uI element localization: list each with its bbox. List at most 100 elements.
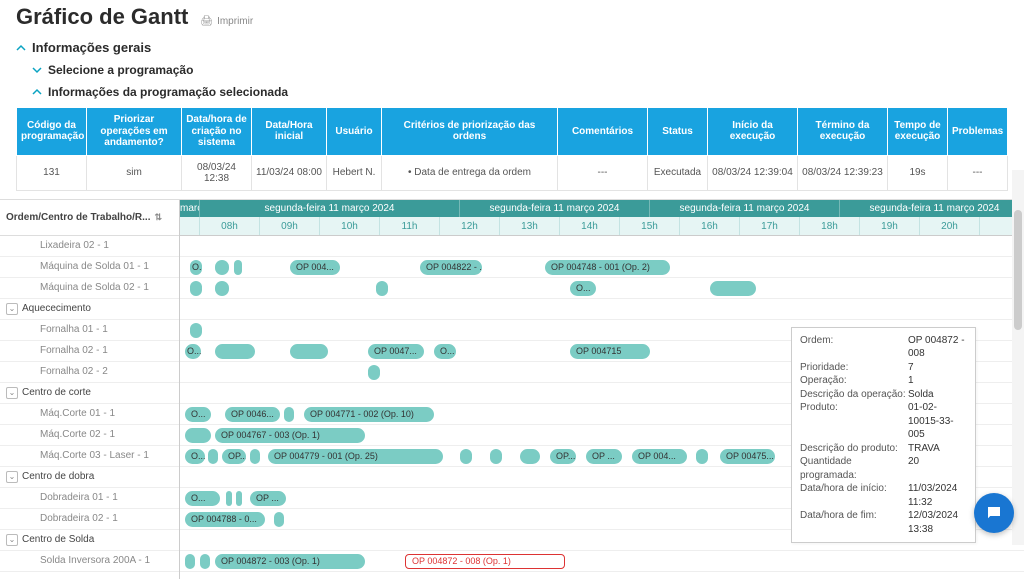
tooltip-value: 1 (908, 374, 967, 388)
gantt-resource-row[interactable]: Máquina de Solda 01 - 1 (0, 257, 179, 278)
gantt-resource-row[interactable]: Fornalha 02 - 1 (0, 341, 179, 362)
gantt-resource-row[interactable]: Fornalha 02 - 2 (0, 362, 179, 383)
gantt-bar[interactable] (200, 554, 210, 569)
row-label: Centro de corte (22, 387, 91, 398)
gantt-resource-row[interactable]: Lixadeira 02 - 1 (0, 236, 179, 257)
gantt-bar[interactable] (284, 407, 294, 422)
gantt-resource-row[interactable]: Máq.Corte 01 - 1 (0, 404, 179, 425)
gantt-bar[interactable]: O... (434, 344, 456, 359)
gantt-bar[interactable] (376, 281, 388, 296)
row-label: Máq.Corte 02 - 1 (40, 429, 115, 440)
tooltip-value: Solda (908, 388, 967, 402)
gantt-bar[interactable]: O... (190, 260, 202, 275)
gantt-group-row[interactable]: ⌄Centro de Solda (0, 530, 179, 551)
chat-button[interactable] (974, 493, 1014, 533)
row-label: Aquececimento (22, 303, 91, 314)
gantt-bar[interactable]: OP 004... (632, 449, 687, 464)
gantt-bar[interactable]: OP 0047... (368, 344, 424, 359)
gantt-bar[interactable] (215, 281, 229, 296)
print-icon: 🖨 (200, 16, 213, 27)
gantt-resource-row[interactable]: Máq.Corte 03 - Laser - 1 (0, 446, 179, 467)
hour-header: 12h (440, 217, 500, 235)
gantt-bar[interactable]: OP ... (586, 449, 622, 464)
gantt-bar[interactable]: OP... (550, 449, 576, 464)
gantt-bar[interactable]: OP 004788 - 0... (185, 512, 265, 527)
gantt-bar[interactable]: OP 004779 - 001 (Op. 25) (268, 449, 443, 464)
hour-header: 08h (200, 217, 260, 235)
info-th: Data/Hora inicial (252, 108, 327, 156)
gantt-resource-row[interactable]: Máq.Corte 02 - 1 (0, 425, 179, 446)
section-select[interactable]: Selecione a programação (0, 59, 1024, 81)
gantt-bar[interactable] (710, 281, 756, 296)
gantt-resource-row[interactable]: Fornalha 01 - 1 (0, 320, 179, 341)
gantt-bar[interactable] (226, 491, 232, 506)
date-header: segunda-feira 11 março 2024 (650, 200, 840, 217)
gantt-bar[interactable] (190, 281, 202, 296)
gantt-bar[interactable]: OP 0046... (225, 407, 280, 422)
gantt-bar[interactable]: OP 004872 - 008 (Op. 1) (405, 554, 565, 569)
row-label: Dobradeira 01 - 1 (40, 492, 118, 503)
gantt-bar[interactable]: O... (185, 407, 211, 422)
vertical-scrollbar[interactable] (1012, 170, 1024, 545)
info-th: Término da execução (798, 108, 888, 156)
collapse-toggle[interactable]: ⌄ (6, 303, 18, 315)
gantt-bar[interactable] (215, 344, 255, 359)
collapse-toggle[interactable]: ⌄ (6, 471, 18, 483)
collapse-toggle[interactable]: ⌄ (6, 387, 18, 399)
section-selected-info-label: Informações da programação selecionada (48, 85, 288, 99)
page-title: Gráfico de Gantt (16, 4, 188, 30)
gantt-bar[interactable] (368, 365, 380, 380)
gantt-resource-row[interactable]: Solda Inversora 200A - 1 (0, 551, 179, 572)
gantt-bar[interactable]: OP... (222, 449, 246, 464)
gantt-bar[interactable]: OP 004... (290, 260, 340, 275)
gantt-bar[interactable]: OP 00475... (720, 449, 775, 464)
gantt-bar[interactable] (274, 512, 284, 527)
gantt-bar[interactable] (234, 260, 242, 275)
bar-tooltip: Ordem:OP 004872 - 008Prioridade:7Operaçã… (791, 327, 976, 544)
gantt-bar[interactable]: OP 004748 - 001 (Op. 2) (545, 260, 670, 275)
gantt-bar[interactable]: OP 004771 - 002 (Op. 10) (304, 407, 434, 422)
print-button[interactable]: 🖨 Imprimir (200, 16, 253, 27)
collapse-toggle[interactable]: ⌄ (6, 534, 18, 546)
section-select-label: Selecione a programação (48, 63, 193, 77)
info-td: 19s (888, 155, 948, 190)
gantt-bar[interactable]: O... (185, 344, 201, 359)
section-general[interactable]: Informações gerais (0, 36, 1024, 59)
gantt-bar[interactable] (208, 449, 218, 464)
gantt-bar[interactable] (490, 449, 502, 464)
gantt-bar[interactable] (236, 491, 242, 506)
gantt-bar[interactable] (185, 428, 211, 443)
gantt-bar[interactable] (215, 260, 229, 275)
gantt-bar[interactable] (696, 449, 708, 464)
gantt-bar[interactable] (290, 344, 328, 359)
gantt-bar[interactable]: O... (570, 281, 596, 296)
gantt-resource-row[interactable]: Máquina de Solda 02 - 1 (0, 278, 179, 299)
gantt-group-row[interactable]: ⌄ Aquececimento (0, 299, 179, 320)
gantt-bar[interactable] (185, 554, 195, 569)
scrollbar-thumb[interactable] (1014, 210, 1022, 330)
gantt-bar[interactable]: OP 004822 - ... (420, 260, 482, 275)
gantt-bar[interactable] (190, 323, 202, 338)
gantt-bar[interactable] (520, 449, 540, 464)
gantt-bar[interactable] (250, 449, 260, 464)
gantt-resource-row[interactable]: Dobradeira 02 - 1 (0, 509, 179, 530)
info-td: --- (558, 155, 648, 190)
info-th: Usuário (327, 108, 382, 156)
row-label: Máquina de Solda 02 - 1 (40, 282, 149, 293)
section-selected-info[interactable]: Informações da programação selecionada (0, 81, 1024, 103)
gantt-bar[interactable]: OP 004715 (570, 344, 650, 359)
gantt-group-row[interactable]: ⌄Centro de dobra (0, 467, 179, 488)
gantt-group-row[interactable]: ⌄ Centro de corte (0, 383, 179, 404)
gantt-bar[interactable]: OP 004767 - 003 (Op. 1) (215, 428, 365, 443)
info-th: Priorizar operações em andamento? (87, 108, 182, 156)
gantt-left-header[interactable]: Ordem/Centro de Trabalho/R... ⇅ (0, 200, 179, 236)
gantt-bar[interactable]: O... (185, 491, 220, 506)
gantt-resource-row[interactable]: Dobradeira 01 - 1 (0, 488, 179, 509)
gantt-bar[interactable]: O... (185, 449, 205, 464)
gantt-left-header-label: Ordem/Centro de Trabalho/R... (6, 212, 150, 223)
row-label: Solda Inversora 200A - 1 (40, 555, 150, 566)
gantt-bar[interactable]: OP 004872 - 003 (Op. 1) (215, 554, 365, 569)
gantt-bar[interactable]: OP ... (250, 491, 286, 506)
gantt-bar[interactable] (460, 449, 472, 464)
sort-icon[interactable]: ⇅ (154, 212, 162, 223)
